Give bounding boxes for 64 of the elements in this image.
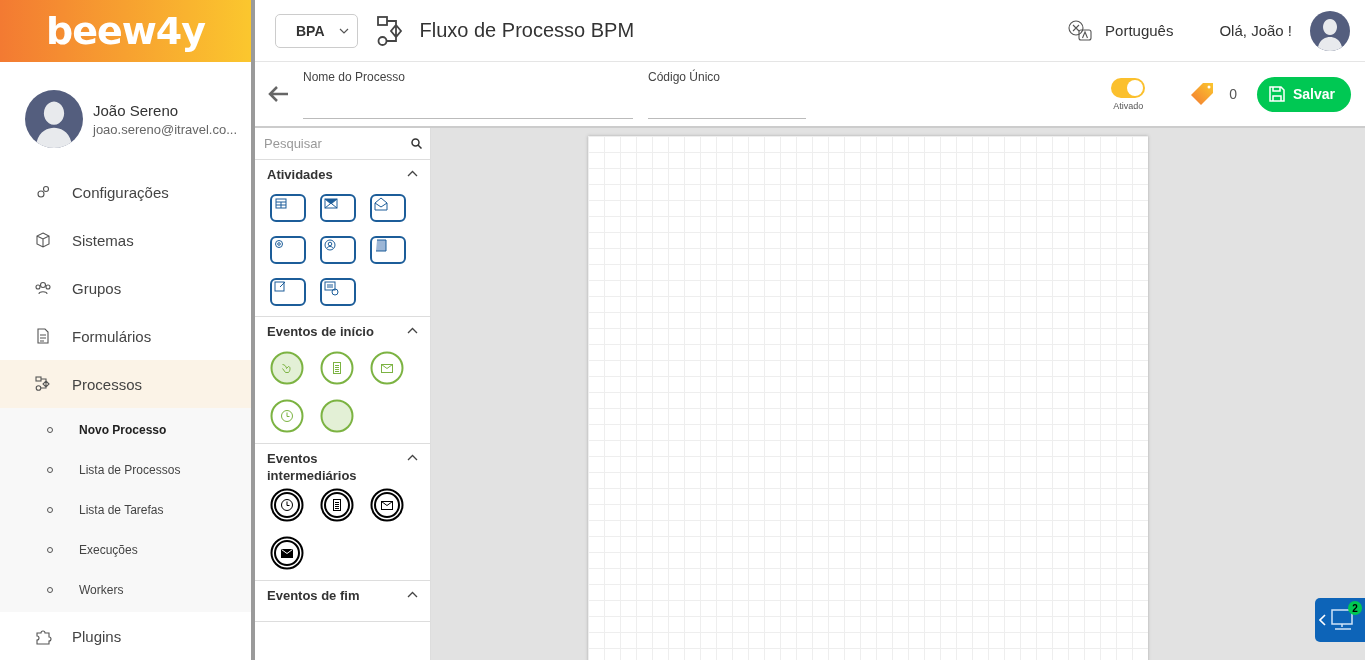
chevron-down-icon <box>338 27 349 34</box>
active-toggle[interactable] <box>1111 77 1146 98</box>
user-email: joao.sereno@itravel.co... <box>93 121 237 137</box>
task-shape-icon[interactable] <box>370 194 406 222</box>
task-shape-icon[interactable] <box>320 236 356 264</box>
intermediate-event-icon[interactable] <box>270 488 304 522</box>
translate-icon <box>1067 18 1094 43</box>
search-icon[interactable] <box>411 138 422 149</box>
flowchart-icon <box>34 375 52 393</box>
start-event-icon[interactable] <box>320 351 354 385</box>
start-event-icon[interactable] <box>320 399 354 433</box>
collapse-caret-icon[interactable] <box>407 454 418 461</box>
back-arrow-icon[interactable] <box>267 85 289 103</box>
menu-item[interactable]: Grupos <box>0 264 251 312</box>
unique-code-field[interactable]: Código Único <box>648 69 806 119</box>
section-title: Eventos de fim <box>267 587 361 604</box>
submenu-item[interactable]: Novo Processo <box>0 410 251 450</box>
section-title: Eventos intermediários <box>267 450 358 484</box>
submenu-item[interactable]: Lista de Processos <box>0 450 251 490</box>
menu-item[interactable]: Configurações <box>0 168 251 216</box>
puzzle-icon <box>34 627 52 645</box>
task-shape-icon[interactable] <box>320 194 356 222</box>
document-icon <box>34 327 52 345</box>
language-selector[interactable]: Português <box>1067 18 1174 43</box>
users-icon <box>34 279 52 297</box>
toggle-label: Ativado <box>1113 100 1144 111</box>
menu-item[interactable]: Processos <box>0 360 251 408</box>
intermediate-event-icon[interactable] <box>320 488 354 522</box>
submenu-item[interactable]: Workers <box>0 570 251 610</box>
task-shape-icon[interactable] <box>370 236 406 264</box>
start-event-icon[interactable] <box>270 351 304 385</box>
submenu-item[interactable]: Lista de Tarefas <box>0 490 251 530</box>
collapse-caret-icon[interactable] <box>407 170 418 177</box>
page-title: Fluxo de Processo BPM <box>419 19 635 42</box>
task-shape-icon[interactable] <box>270 278 306 306</box>
collapse-caret-icon[interactable] <box>407 591 418 598</box>
menu-item[interactable]: Formulários <box>0 312 251 360</box>
collapse-caret-icon[interactable] <box>407 327 418 334</box>
submenu-item[interactable]: Execuções <box>0 530 251 570</box>
notification-badge: 2 <box>1348 601 1362 615</box>
section-title: Atividades <box>267 166 334 183</box>
task-shape-icon[interactable] <box>320 278 356 306</box>
start-event-icon[interactable] <box>370 351 404 385</box>
logo: beew4y <box>45 9 206 53</box>
gears-icon <box>34 183 52 201</box>
search-field[interactable]: Pesquisar <box>264 136 394 151</box>
chevron-left-icon <box>1319 614 1327 626</box>
intermediate-event-icon[interactable] <box>370 488 404 522</box>
cube-icon <box>34 231 52 249</box>
task-shape-icon[interactable] <box>270 194 306 222</box>
menu-item[interactable]: Sistemas <box>0 216 251 264</box>
module-select[interactable]: BPA <box>275 13 358 48</box>
avatar-icon <box>1310 10 1350 51</box>
tag-count: 0 <box>1229 86 1237 102</box>
user-name: João Sereno <box>93 101 180 119</box>
menu-item[interactable]: Plugins <box>0 612 251 660</box>
devices-widget[interactable]: 2 <box>1315 598 1365 642</box>
start-event-icon[interactable] <box>270 399 304 433</box>
intermediate-event-icon[interactable] <box>270 536 304 570</box>
process-name-field[interactable]: Nome do Processo <box>303 69 633 119</box>
greeting: Olá, João ! <box>1219 22 1292 39</box>
task-shape-icon[interactable] <box>270 236 306 264</box>
avatar-icon <box>25 90 83 148</box>
section-title: Eventos de início <box>267 323 375 340</box>
